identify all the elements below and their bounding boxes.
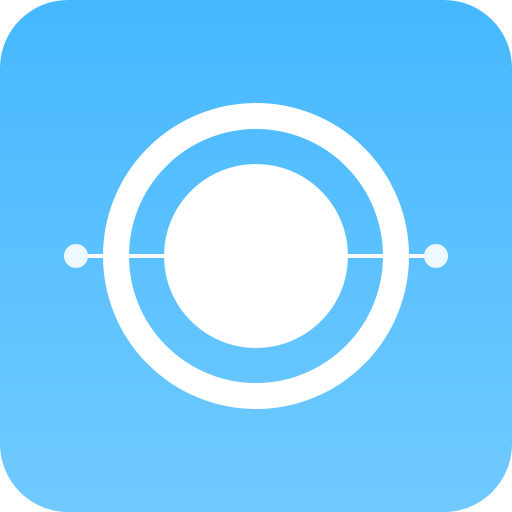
orbit-icon: [64, 103, 448, 409]
center-disc: [164, 164, 348, 348]
left-node: [64, 244, 88, 268]
right-node: [424, 244, 448, 268]
app-icon[interactable]: [0, 0, 512, 512]
